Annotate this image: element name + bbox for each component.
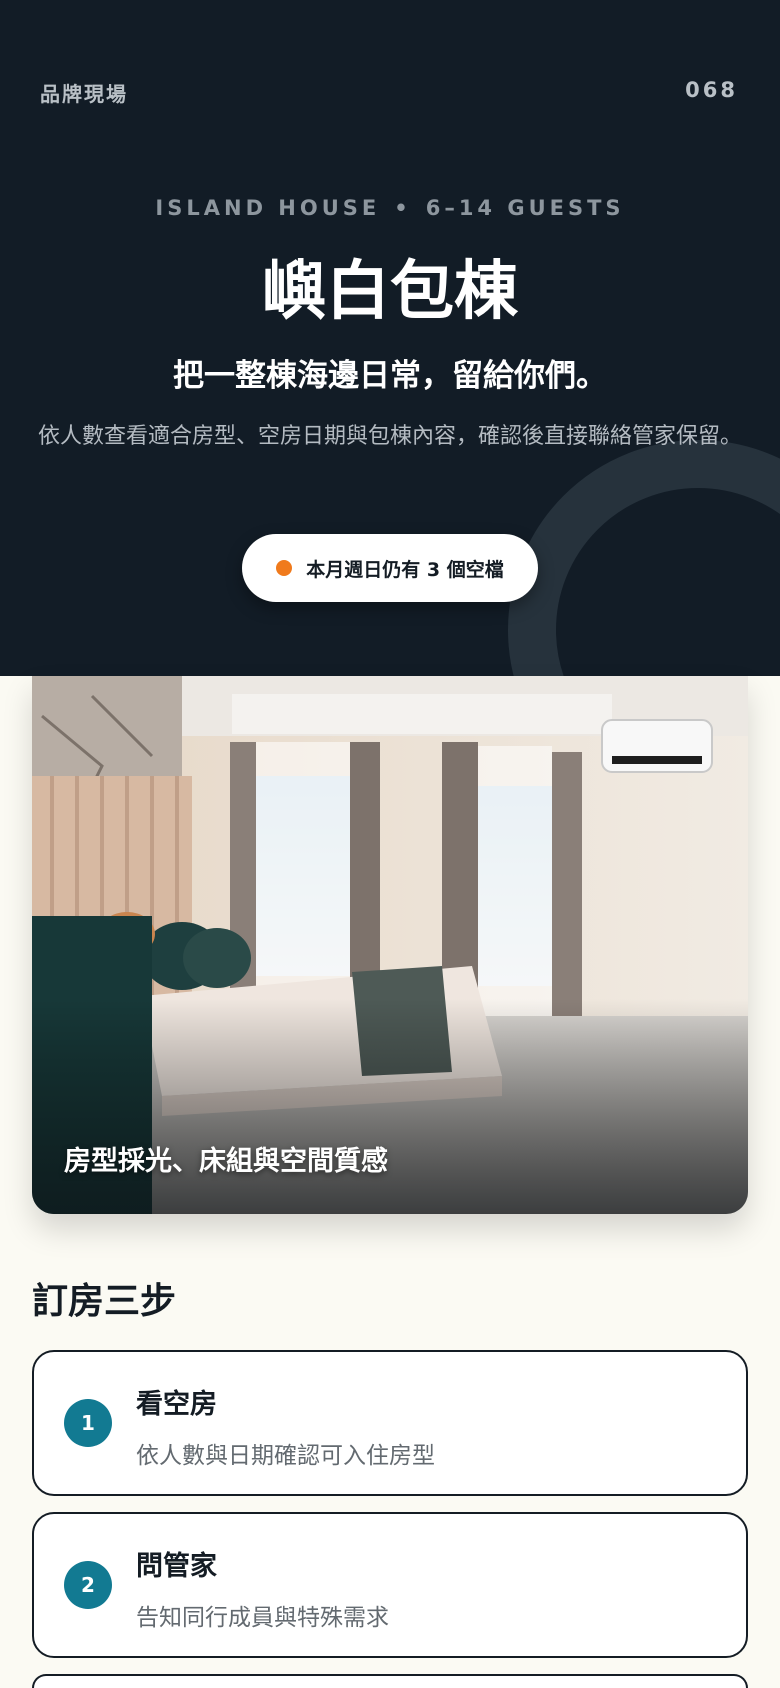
step-card-ask-butler[interactable]: 2 問管家 告知同行成員與特殊需求 (32, 1512, 748, 1658)
hero-eyebrow: ISLAND HOUSE • 6–14 GUESTS (0, 196, 780, 220)
step-title: 問管家 (136, 1551, 217, 1582)
hero-section: 品牌現場 068 ISLAND HOUSE • 6–14 GUESTS 嶼白包棟 把… (0, 0, 780, 676)
page-title: 嶼白包棟 (262, 254, 518, 329)
page-counter: 068 (685, 78, 738, 102)
step-number-badge: 2 (64, 1561, 112, 1609)
step-number-badge: 1 (64, 1399, 112, 1447)
eyebrow-guests: 6–14 GUESTS (425, 196, 625, 220)
brand-label: 品牌現場 (40, 82, 128, 106)
hero-subtitle: 把一整棟海邊日常，留給你們。 (173, 358, 607, 394)
hero-description: 依人數查看適合房型、空房日期與包棟內容，確認後直接聯絡管家保留。 (37, 424, 742, 449)
decorative-ring (508, 440, 780, 676)
room-photo-card[interactable]: 房型採光、床組與空間質感 (32, 676, 748, 1214)
step-description: 告知同行成員與特殊需求 (136, 1605, 389, 1631)
step-card-view-rooms[interactable]: 1 看空房 依人數與日期確認可入住房型 (32, 1350, 748, 1496)
availability-label: 本月週日仍有 3 個空檔 (306, 558, 504, 581)
steps-heading: 訂房三步 (32, 1280, 177, 1322)
availability-badge[interactable]: 本月週日仍有 3 個空檔 (242, 534, 538, 602)
bedroom-photo (32, 676, 748, 1214)
step-title: 看空房 (136, 1389, 217, 1420)
step-card-partial[interactable] (32, 1674, 748, 1688)
eyebrow-property: ISLAND HOUSE (155, 196, 381, 220)
step-description: 依人數與日期確認可入住房型 (136, 1443, 435, 1469)
eyebrow-separator: • (394, 196, 412, 220)
photo-caption: 房型採光、床組與空間質感 (64, 1146, 388, 1177)
status-dot-icon (276, 560, 293, 576)
